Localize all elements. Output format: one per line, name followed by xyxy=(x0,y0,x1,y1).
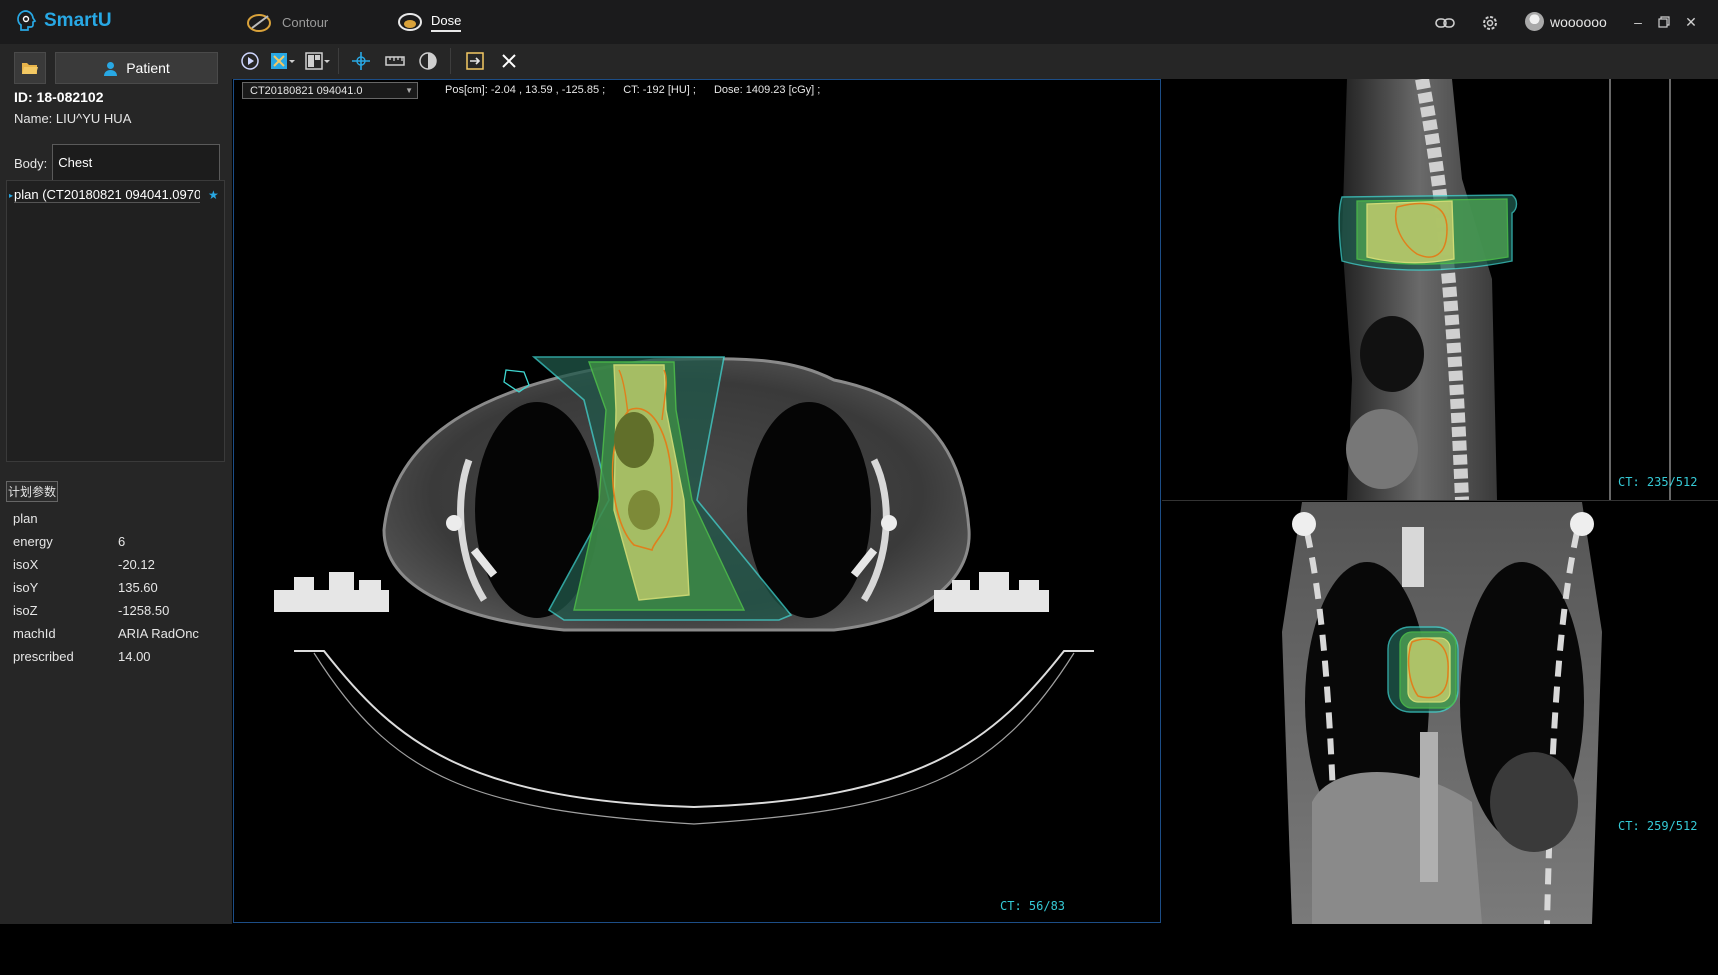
link-icon[interactable] xyxy=(1434,12,1456,34)
param-value: 135.60 xyxy=(118,580,158,595)
close-icon xyxy=(502,54,516,68)
play-icon xyxy=(241,52,259,70)
restore-icon[interactable] xyxy=(1654,12,1674,32)
app-logo-icon xyxy=(17,10,37,31)
export-icon xyxy=(466,52,484,70)
chevron-down-icon: ▼ xyxy=(405,86,413,95)
dose-icon xyxy=(398,13,422,31)
ct-readout: CT: -192 [HU] ; xyxy=(623,84,696,96)
export-button[interactable] xyxy=(462,49,488,73)
param-value: -20.12 xyxy=(118,557,155,572)
position-readout: Pos[cm]: -2.04 , 13.59 , -125.85 ; xyxy=(445,84,606,96)
plan-list-item[interactable]: ▸ plan (CT20180821 094041.0970 ★ xyxy=(9,185,219,205)
param-row-isox: isoX -20.12 xyxy=(13,557,155,572)
ruler-button[interactable] xyxy=(382,49,408,73)
star-icon: ★ xyxy=(208,188,219,202)
ruler-icon xyxy=(385,56,405,66)
nav-contour-label: Contour xyxy=(282,14,329,30)
param-value: 14.00 xyxy=(118,649,151,664)
nav-contour[interactable]: Contour xyxy=(246,8,328,36)
coronal-slice-label: CT: 259/512 xyxy=(1618,819,1698,833)
patient-id: ID: 18-082102 xyxy=(14,89,104,105)
window-select-button[interactable] xyxy=(269,49,295,73)
person-icon xyxy=(104,61,118,76)
nav-dose-label: Dose xyxy=(431,13,462,32)
toolbar-divider xyxy=(450,48,451,74)
dose-readout: Dose: 1409.23 [cGy] ; xyxy=(713,84,821,96)
select-region-icon xyxy=(271,53,295,69)
contour-icon xyxy=(247,14,271,32)
body-label: Body: xyxy=(14,155,48,171)
close-window-icon[interactable]: ✕ xyxy=(1681,12,1701,32)
param-value: ARIA RadOnc xyxy=(118,626,199,641)
plan-caret-icon: ▸ xyxy=(9,190,14,200)
nav-dose[interactable]: Dose xyxy=(397,8,462,36)
param-key: isoZ xyxy=(13,603,38,618)
open-folder-button[interactable] xyxy=(14,52,46,84)
avatar xyxy=(1525,12,1544,31)
viewer-toolbar xyxy=(232,44,1718,79)
param-row-isoy: isoY 135.60 xyxy=(13,580,158,595)
patient-panel: Patient ID: 18-082102 Name: LIU^YU HUA B… xyxy=(0,44,232,924)
plan-label: plan (CT20180821 094041.0970 xyxy=(14,187,201,203)
patient-name-value: LIU^YU HUA xyxy=(55,111,132,126)
crosshair-icon xyxy=(352,52,370,70)
toolbar-divider xyxy=(338,48,339,74)
sagittal-ct-image xyxy=(1338,79,1671,500)
patient-name-row: Name: LIU^YU HUA xyxy=(14,111,131,126)
contrast-icon xyxy=(419,52,437,70)
gear-icon[interactable] xyxy=(1479,12,1501,34)
close-view-button[interactable] xyxy=(496,49,522,73)
layout-icon xyxy=(305,52,330,70)
patient-name-label: Name: xyxy=(14,111,53,126)
axial-ct-image xyxy=(274,356,1094,825)
param-key: isoX xyxy=(13,557,39,572)
cursor-info: Pos[cm]: -2.04 , 13.59 , -125.85 ; CT: -… xyxy=(445,84,820,96)
sagittal-slice-label: CT: 235/512 xyxy=(1618,475,1698,489)
param-key: machId xyxy=(13,626,56,641)
patient-button-label: Patient xyxy=(126,60,170,76)
coronal-ct-image xyxy=(1282,502,1602,924)
user-name: woooooo xyxy=(1550,13,1607,30)
param-key: isoY xyxy=(13,580,39,595)
plan-params-title: 计划参数 xyxy=(6,481,59,502)
body-row: Body: Chest xyxy=(14,144,221,182)
couch-left xyxy=(274,572,389,612)
param-row-isoz: isoZ -1258.50 xyxy=(13,603,169,618)
param-row-machid: machId ARIA RadOnc xyxy=(13,626,199,641)
param-key: energy xyxy=(13,534,53,549)
play-button[interactable] xyxy=(237,49,263,73)
plan-list: ▸ plan (CT20180821 094041.0970 ★ xyxy=(6,180,225,462)
param-value: -1258.50 xyxy=(118,603,170,618)
axial-viewport[interactable]: CT20180821 094041.0 ▼ Pos[cm]: -2.04 , 1… xyxy=(233,79,1161,923)
contrast-button[interactable] xyxy=(415,49,441,73)
series-value: CT20180821 094041.0 xyxy=(250,84,363,97)
param-row-plan: plan xyxy=(13,511,118,526)
series-dropdown[interactable]: CT20180821 094041.0 ▼ xyxy=(242,82,418,99)
user-menu[interactable]: woooooo xyxy=(1525,12,1607,31)
folder-icon xyxy=(22,63,38,74)
param-row-prescribed: prescribed 14.00 xyxy=(13,649,151,664)
sagittal-viewport[interactable]: CT: 235/512 xyxy=(1162,79,1718,501)
title-bar: SmartU Contour Dose woooooo – ✕ xyxy=(0,0,1718,44)
param-key: plan xyxy=(13,511,38,526)
layout-button[interactable] xyxy=(304,49,330,73)
app-brand: SmartU xyxy=(14,8,112,34)
param-value: 6 xyxy=(118,534,126,549)
param-key: prescribed xyxy=(13,649,74,664)
status-strip xyxy=(0,924,1718,975)
app-name: SmartU xyxy=(44,10,112,31)
crosshair-button[interactable] xyxy=(348,49,374,73)
axial-slice-label: CT: 56/83 xyxy=(1000,899,1066,913)
coronal-viewport[interactable]: CT: 259/512 xyxy=(1162,502,1718,924)
param-row-energy: energy 6 xyxy=(13,534,125,549)
patient-button[interactable]: Patient xyxy=(55,52,218,84)
minimize-icon[interactable]: – xyxy=(1628,12,1648,32)
body-field[interactable]: Chest xyxy=(52,144,221,182)
